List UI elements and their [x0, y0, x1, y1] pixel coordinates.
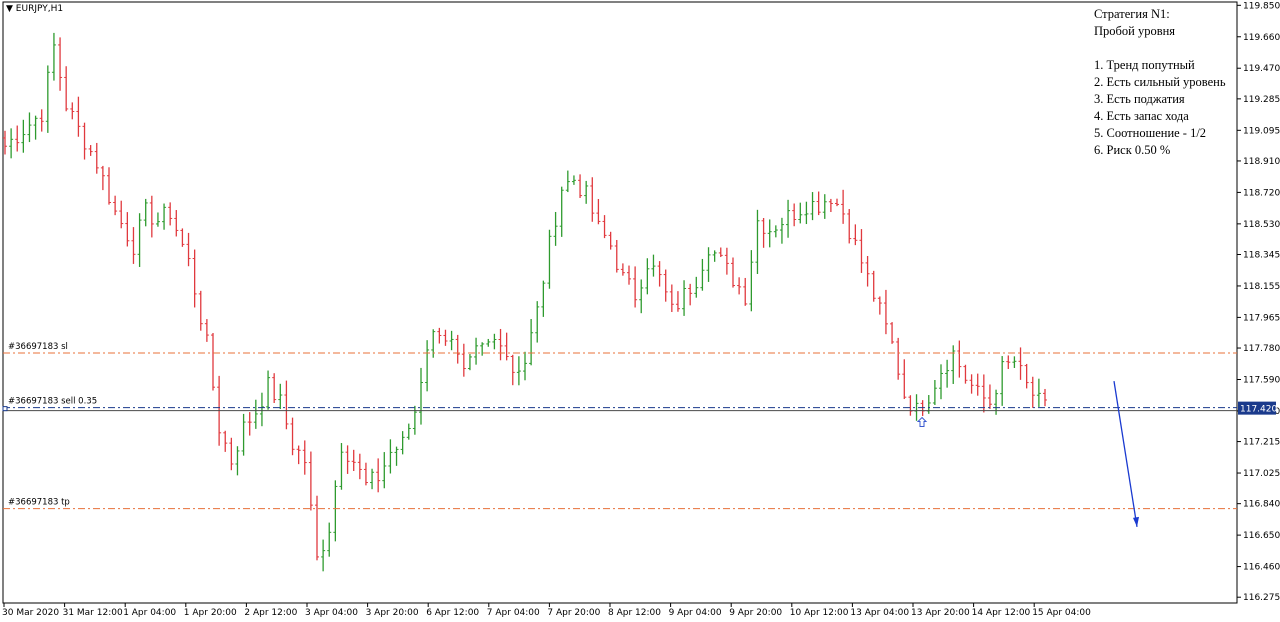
- x-tick-label: 9 Apr 04:00: [669, 608, 722, 618]
- y-tick-label: 117.965: [1243, 313, 1280, 323]
- up-arrow-icon: [916, 416, 928, 428]
- strategy-rule-2: 2. Есть сильный уровень: [1094, 75, 1226, 89]
- y-tick-label: 117.780: [1243, 344, 1280, 354]
- x-tick-label: 9 Apr 20:00: [729, 608, 782, 618]
- x-tick-label: 15 Apr 04:00: [1032, 608, 1091, 618]
- strategy-rule-1: 1. Тренд попутный: [1094, 58, 1195, 72]
- x-tick-label: 1 Apr 20:00: [184, 608, 237, 618]
- x-tick-label: 3 Apr 04:00: [305, 608, 358, 618]
- y-tick-label: 117.215: [1243, 438, 1280, 448]
- y-tick-label: 117.590: [1243, 375, 1280, 385]
- x-tick-label: 13 Apr 20:00: [911, 608, 970, 618]
- strategy-title: Стратегия N1:: [1094, 7, 1170, 21]
- x-tick-label: 3 Apr 20:00: [366, 608, 419, 618]
- plot-frame: [2, 1, 1238, 604]
- x-tick-label: 8 Apr 12:00: [608, 608, 661, 618]
- x-tick-label: 31 Mar 12:00: [63, 608, 123, 618]
- y-tick-label: 116.650: [1243, 531, 1280, 541]
- x-tick-label: 30 Mar 2020: [2, 608, 59, 618]
- order-label: #36697183 sl: [8, 342, 68, 352]
- current-price-label: 117.420: [1240, 405, 1277, 415]
- price-chart[interactable]: 119.850 119.660 119.470 119.285 119.095 118.9…: [0, 0, 1280, 622]
- x-tick-label: 2 Apr 12:00: [244, 608, 297, 618]
- y-tick-label: 118.345: [1243, 250, 1280, 260]
- strategy-rule-5: 5. Соотношение - 1/2: [1094, 126, 1207, 140]
- x-tick-label: 7 Apr 20:00: [547, 608, 600, 618]
- dropdown-triangle-icon[interactable]: ▼: [6, 4, 13, 14]
- symbol-label: ▼ EURJPY,H1: [6, 4, 63, 14]
- arrow-line: [1113, 381, 1138, 527]
- y-tick-label: 119.095: [1243, 126, 1280, 136]
- y-tick-label: 118.720: [1243, 188, 1280, 198]
- y-tick-label: 116.840: [1243, 500, 1280, 510]
- x-tick-label: 10 Apr 12:00: [790, 608, 849, 618]
- x-tick-label: 7 Apr 04:00: [487, 608, 540, 618]
- y-tick-label: 119.850: [1243, 1, 1280, 11]
- symbol-text: EURJPY,H1: [15, 4, 64, 14]
- x-tick-label: 14 Apr 12:00: [972, 608, 1031, 618]
- x-tick-label: 6 Apr 12:00: [426, 608, 479, 618]
- order-label: #36697183 tp: [8, 498, 70, 508]
- x-tick-label: 1 Apr 04:00: [123, 608, 176, 618]
- y-tick-label: 118.910: [1243, 157, 1280, 167]
- strategy-subtitle: Пробой уровня: [1094, 24, 1176, 38]
- strategy-rule-3: 3. Есть поджатия: [1094, 92, 1185, 106]
- order-handle[interactable]: [2, 406, 8, 412]
- strategy-rule-4: 4. Есть запас хода: [1094, 109, 1189, 123]
- strategy-notes: Стратегия N1: Пробой уровня 1. Тренд поп…: [1094, 6, 1226, 159]
- y-tick-label: 119.285: [1243, 95, 1280, 105]
- y-tick-label: 119.660: [1243, 33, 1280, 43]
- y-tick-label: 116.460: [1243, 563, 1280, 573]
- x-tick-label: 13 Apr 04:00: [850, 608, 909, 618]
- y-tick-label: 116.275: [1243, 593, 1280, 603]
- order-label: #36697183 sell 0.35: [8, 397, 97, 407]
- y-tick-label: 117.025: [1243, 469, 1280, 479]
- strategy-rule-6: 6. Риск 0.50 %: [1094, 143, 1171, 157]
- y-tick-label: 118.155: [1243, 282, 1280, 292]
- y-tick-label: 119.470: [1243, 64, 1280, 74]
- arrow-head-icon: [1133, 516, 1139, 527]
- y-tick-label: 118.530: [1243, 220, 1280, 230]
